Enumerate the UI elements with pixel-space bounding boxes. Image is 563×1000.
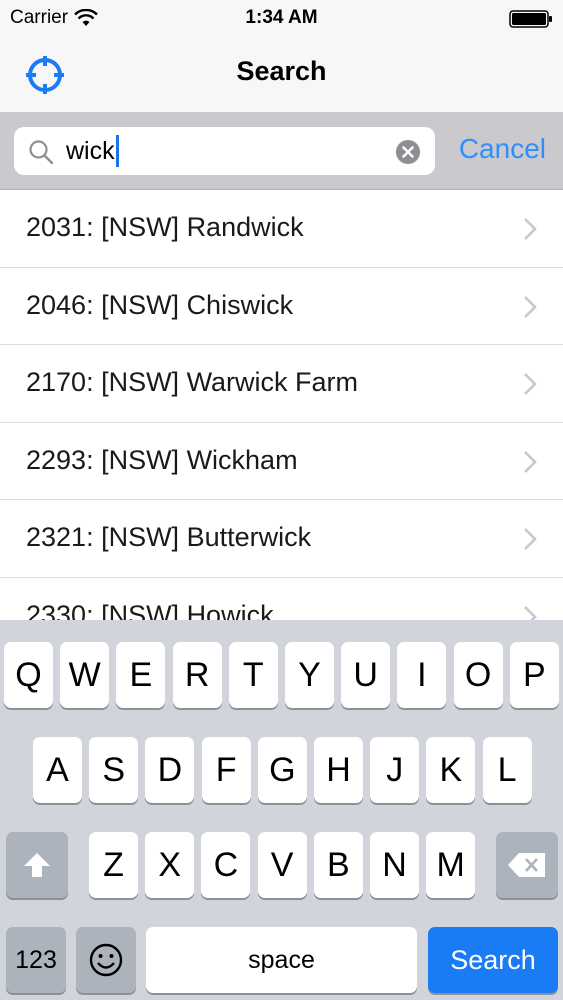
- key-d[interactable]: D: [145, 737, 195, 803]
- key-h[interactable]: H: [314, 737, 363, 803]
- chevron-right-icon: [524, 528, 537, 550]
- list-item-label: 2330: [NSW] Howick: [26, 599, 274, 621]
- battery-icon: [509, 10, 552, 28]
- chevron-right-icon: [524, 605, 537, 620]
- key-u[interactable]: U: [341, 642, 391, 708]
- chevron-right-icon: [524, 295, 537, 318]
- search-input[interactable]: wick: [14, 127, 435, 175]
- search-query-group: wick: [66, 135, 119, 167]
- list-item-label: 2170: [NSW] Warwick Farm: [26, 367, 359, 397]
- key-z[interactable]: Z: [89, 832, 138, 898]
- key-r[interactable]: R: [172, 642, 222, 708]
- space-key[interactable]: space: [146, 927, 417, 993]
- emoji-key[interactable]: [76, 927, 136, 993]
- key-e[interactable]: E: [116, 642, 166, 708]
- delete-key[interactable]: [496, 832, 558, 898]
- list-item[interactable]: 2293: [NSW] Wickham: [0, 423, 563, 500]
- list-item[interactable]: 2046: [NSW] Chiswick: [0, 268, 563, 345]
- key-i[interactable]: I: [397, 642, 447, 708]
- list-item-label: 2046: [NSW] Chiswick: [26, 289, 294, 320]
- numbers-key[interactable]: 123: [6, 927, 66, 993]
- key-s[interactable]: S: [89, 737, 139, 803]
- list-item[interactable]: 2321: [NSW] Butterwick: [0, 500, 563, 578]
- list-item-label: 2321: [NSW] Butterwick: [26, 522, 312, 552]
- key-v[interactable]: V: [257, 832, 307, 898]
- key-t[interactable]: T: [228, 642, 278, 708]
- list-item-label: 2031: [NSW] Randwick: [26, 212, 304, 242]
- emoji-icon: [89, 943, 123, 977]
- list-item[interactable]: 2031: [NSW] Randwick: [0, 190, 563, 268]
- list-item-label: 2293: [NSW] Wickham: [26, 444, 298, 475]
- search-bar: wick Cancel: [0, 112, 563, 190]
- backspace-icon: [508, 853, 545, 877]
- clear-icon[interactable]: [395, 139, 421, 165]
- search-key[interactable]: Search: [428, 927, 558, 993]
- chevron-right-icon: [524, 218, 537, 240]
- cancel-button[interactable]: Cancel: [459, 133, 546, 165]
- key-l[interactable]: L: [482, 737, 532, 803]
- navigation-bar: Search: [0, 38, 563, 112]
- chevron-right-icon: [524, 450, 537, 473]
- chevron-right-icon: [524, 373, 537, 395]
- key-o[interactable]: O: [453, 642, 503, 708]
- key-x[interactable]: X: [145, 832, 195, 898]
- key-f[interactable]: F: [201, 737, 251, 803]
- page-title: Search: [236, 56, 327, 86]
- clock: 1:34 AM: [245, 7, 318, 28]
- key-q[interactable]: Q: [4, 642, 53, 708]
- search-icon: [29, 140, 54, 165]
- list-item[interactable]: 2170: [NSW] Warwick Farm: [0, 345, 563, 423]
- key-j[interactable]: J: [370, 737, 420, 803]
- text-caret: [115, 135, 119, 167]
- results-list: 2031: [NSW] Randwick 2046: [NSW] Chiswic…: [0, 190, 563, 620]
- key-p[interactable]: P: [509, 642, 559, 708]
- shift-icon: [24, 853, 50, 877]
- key-g[interactable]: G: [257, 737, 307, 803]
- key-w[interactable]: W: [60, 642, 110, 708]
- status-bar: Carrier 1:34 AM: [0, 0, 563, 38]
- list-item[interactable]: 2330: [NSW] Howick: [0, 578, 563, 621]
- shift-key[interactable]: [6, 832, 68, 898]
- search-query-text: wick: [66, 136, 115, 165]
- key-b[interactable]: B: [313, 832, 363, 898]
- key-a[interactable]: A: [33, 737, 82, 803]
- key-n[interactable]: N: [370, 832, 419, 898]
- key-c[interactable]: C: [201, 832, 251, 898]
- keyboard: 123 space Search QWERTYUIOP ASDFGHJKL ZXCV…: [0, 620, 563, 1000]
- key-k[interactable]: K: [426, 737, 476, 803]
- key-y[interactable]: Y: [285, 642, 334, 708]
- key-m[interactable]: M: [426, 832, 476, 898]
